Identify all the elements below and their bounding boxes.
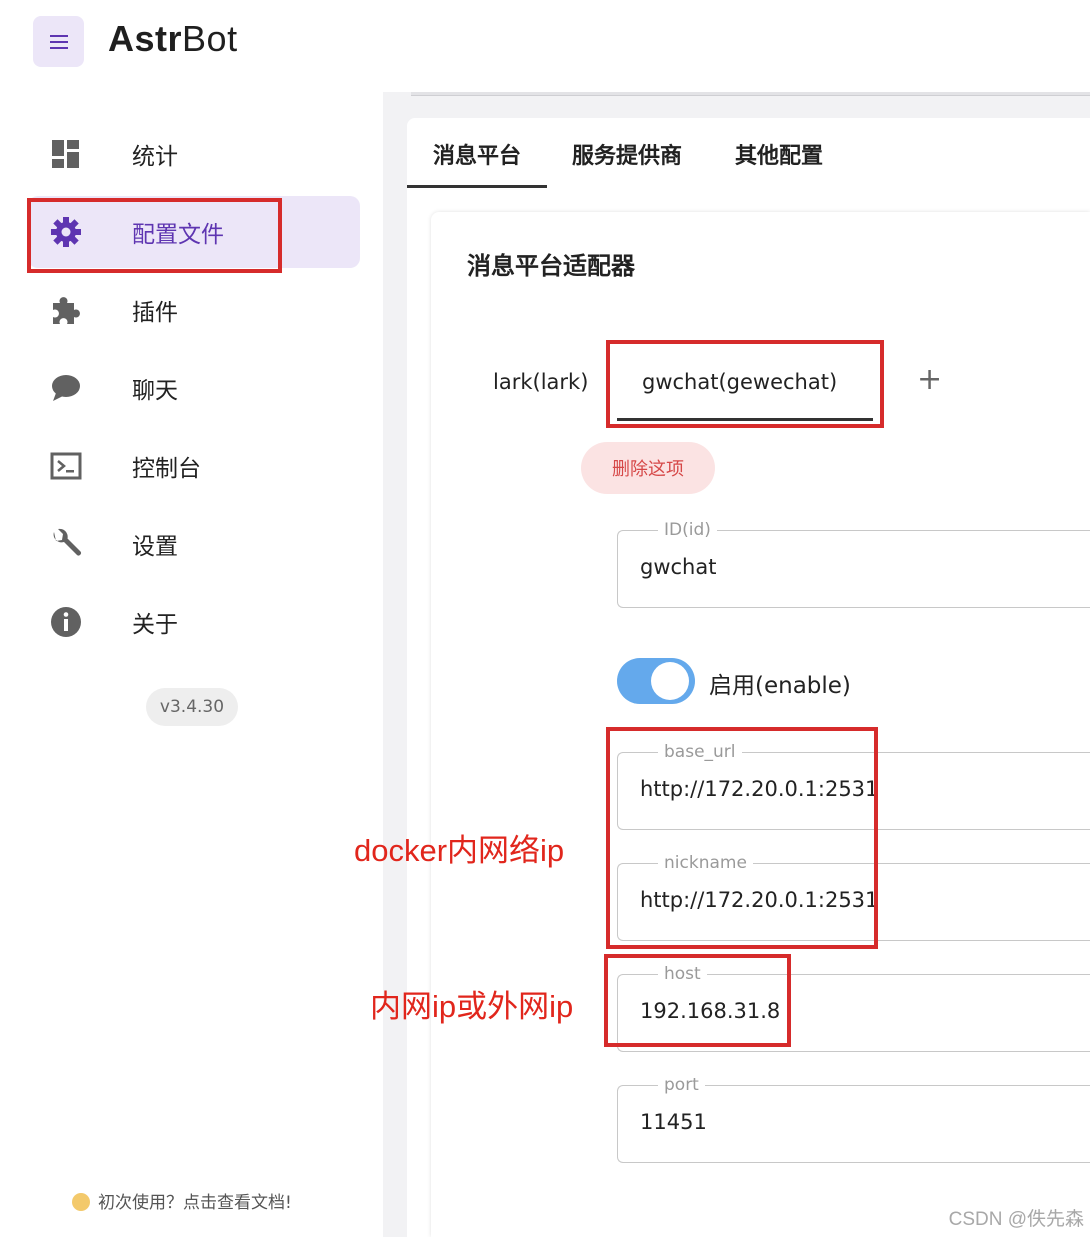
- sidebar-item-chat[interactable]: 聊天: [28, 352, 360, 424]
- sidebar-item-plugins[interactable]: 插件: [28, 274, 360, 346]
- sidebar-item-console[interactable]: 控制台: [28, 430, 360, 502]
- annotation-docker-note: docker内网络ip: [354, 833, 565, 868]
- sidebar-item-label: 设置: [132, 534, 178, 560]
- main-content: 消息平台 服务提供商 其他配置 消息平台适配器 lark(lark) gwcha…: [383, 92, 1090, 1237]
- annotation-host-note: 内网ip或外网ip: [370, 989, 574, 1024]
- toggle-knob: [651, 662, 689, 700]
- id-field-label: ID(id): [658, 520, 717, 540]
- brand-bold: Astr: [108, 18, 183, 59]
- terminal-icon: [50, 450, 82, 482]
- tab-service-provider[interactable]: 服务提供商: [572, 138, 682, 170]
- annotation-box-urls: [606, 727, 878, 949]
- enable-toggle-label: 启用(enable): [709, 673, 851, 699]
- dashboard-icon: [50, 138, 82, 170]
- sidebar-item-about[interactable]: 关于: [28, 586, 360, 658]
- section-title: 消息平台适配器: [467, 252, 635, 280]
- tab-message-platform[interactable]: 消息平台: [433, 138, 521, 170]
- thinking-face-icon: [72, 1193, 90, 1211]
- annotation-box-host: [604, 954, 791, 1047]
- config-tabs: 消息平台 服务提供商 其他配置: [407, 118, 1090, 188]
- port-label: port: [658, 1075, 705, 1095]
- delete-item-button[interactable]: 删除这项: [581, 442, 715, 494]
- brand-rest: Bot: [182, 18, 238, 59]
- enable-toggle[interactable]: [617, 656, 695, 704]
- info-icon: [50, 606, 82, 638]
- chat-bubble-icon: [50, 372, 82, 404]
- sidebar-item-stats[interactable]: 统计: [28, 118, 360, 190]
- top-divider: [411, 92, 1090, 96]
- add-platform-button[interactable]: +: [917, 362, 942, 397]
- sidebar-item-label: 插件: [132, 300, 178, 326]
- active-tab-indicator: [407, 185, 547, 188]
- annotation-box-config: [27, 198, 282, 273]
- sidebar-item-label: 统计: [132, 144, 178, 170]
- app-brand: AstrBot: [108, 18, 238, 60]
- docs-link-label: 初次使用？点击查看文档!: [98, 1193, 292, 1213]
- sidebar-item-label: 控制台: [132, 456, 201, 482]
- top-bar: AstrBot: [0, 0, 1090, 92]
- version-badge: v3.4.30: [146, 688, 238, 726]
- puzzle-icon: [50, 294, 82, 326]
- sidebar-item-settings[interactable]: 设置: [28, 508, 360, 580]
- docs-link[interactable]: 初次使用？点击查看文档!: [72, 1188, 292, 1213]
- id-field-value: gwchat: [640, 555, 717, 579]
- port-value: 11451: [640, 1110, 707, 1134]
- hamburger-menu-icon[interactable]: [33, 16, 84, 67]
- tab-other-config[interactable]: 其他配置: [735, 138, 823, 170]
- watermark: CSDN @佚先森: [948, 1209, 1084, 1230]
- sidebar-item-label: 聊天: [132, 378, 178, 404]
- id-field[interactable]: ID(id) gwchat: [617, 520, 1090, 608]
- port-field[interactable]: port 11451: [617, 1075, 1090, 1163]
- annotation-box-gwchat: [606, 340, 884, 428]
- subtab-lark[interactable]: lark(lark): [493, 370, 588, 394]
- wrench-icon: [50, 528, 82, 560]
- config-card: 消息平台 服务提供商 其他配置 消息平台适配器 lark(lark) gwcha…: [407, 118, 1090, 1237]
- sidebar-item-label: 关于: [132, 612, 178, 638]
